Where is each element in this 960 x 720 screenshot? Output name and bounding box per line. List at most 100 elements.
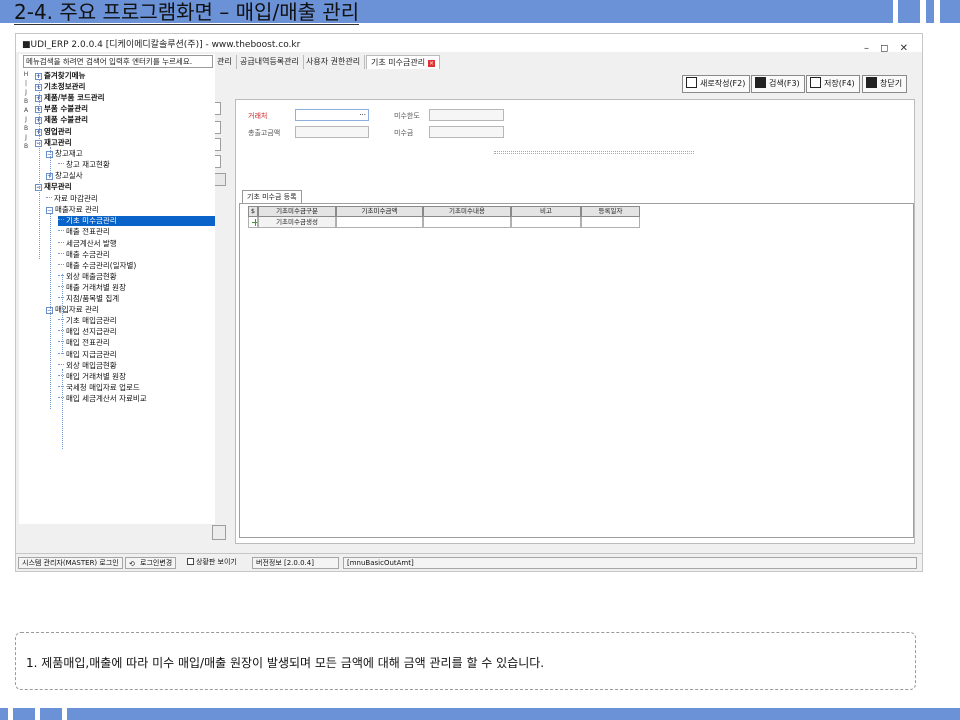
tree-item[interactable]: 매입 지급금관리 bbox=[58, 350, 117, 360]
search-button[interactable]: 검색(F3) bbox=[751, 75, 805, 93]
tree-item[interactable]: 매출 수금관리(일자별) bbox=[58, 261, 136, 271]
total-out-field[interactable] bbox=[295, 126, 369, 138]
tree-item-label: 매입 거래처별 원장 bbox=[66, 371, 126, 381]
tree-connector bbox=[58, 241, 64, 243]
tree-item[interactable]: + 제품 수불관리 bbox=[35, 115, 88, 125]
tree-item[interactable]: 매입 거래처별 원장 bbox=[58, 372, 126, 382]
tree-item-label: 지점/품목별 집계 bbox=[66, 294, 120, 303]
exit-icon bbox=[866, 77, 877, 88]
customer-field[interactable]: ··· bbox=[295, 109, 369, 121]
column-header[interactable]: 등록일자 bbox=[581, 206, 640, 217]
tree-connector bbox=[58, 385, 64, 387]
tree-item-label: 외상 매입금현황 bbox=[66, 360, 117, 370]
tree-guide-line bbox=[50, 214, 51, 409]
tree-item-label: 매입 선지급관리 bbox=[66, 327, 117, 337]
tree-item-label: 세금계산서 발행 bbox=[66, 238, 117, 248]
tree-item[interactable]: 기초 미수금관리 bbox=[58, 216, 215, 227]
tree-item-label: 창고실사 bbox=[55, 170, 83, 180]
tree-item[interactable]: − 매입자료 관리 bbox=[46, 305, 99, 315]
tree-guide-line bbox=[62, 369, 63, 449]
tree-connector bbox=[58, 319, 64, 321]
tree-item[interactable]: + 기초정보관리 bbox=[35, 82, 85, 92]
tree-connector bbox=[46, 197, 52, 199]
close-icon[interactable]: × bbox=[428, 60, 436, 67]
tree-side-tab[interactable]: J bbox=[19, 88, 33, 97]
tree-side-tab[interactable]: H bbox=[19, 70, 33, 79]
tree-item[interactable]: 매입 세금계산서 자료비교 bbox=[58, 394, 147, 404]
table-cell[interactable] bbox=[511, 217, 581, 228]
table-cell[interactable] bbox=[336, 217, 423, 228]
tree-side-tab[interactable]: | bbox=[19, 79, 33, 88]
tree-connector bbox=[58, 219, 64, 221]
table-cell[interactable] bbox=[423, 217, 511, 228]
column-header[interactable]: 기초미수내용 bbox=[423, 206, 511, 217]
tree-side-tab[interactable]: J bbox=[19, 133, 33, 142]
column-header[interactable]: $ bbox=[248, 206, 258, 217]
tree-item[interactable]: 매입 선지급관리 bbox=[58, 327, 117, 337]
row-add-cell[interactable] bbox=[248, 217, 258, 228]
dashboard-toggle[interactable]: 상황판 보이기 bbox=[184, 557, 240, 569]
column-header[interactable]: 기초미수금구분 bbox=[258, 206, 336, 217]
tab-supply-history[interactable]: 공급내역등록관리 bbox=[236, 55, 304, 69]
splitter-grip[interactable] bbox=[494, 151, 694, 154]
grid-tab[interactable]: 기초 미수금 등록 bbox=[242, 190, 302, 203]
slide-footer-bar bbox=[0, 708, 960, 720]
save-button[interactable]: 저장(F4) bbox=[806, 75, 860, 93]
tree-item[interactable]: + 부품 수불관리 bbox=[35, 104, 88, 114]
menu-tree-panel: 메뉴검색을 하려면 검색어 입력후 엔터키를 누르세요. H | J B A J B J B +… bbox=[19, 54, 215, 524]
tree-item[interactable]: + 영업관리 bbox=[35, 127, 72, 137]
tree-item[interactable]: + 제품/부품 코드관리 bbox=[35, 93, 105, 103]
relogin-button[interactable]: ⟲ 로그인변경 bbox=[125, 557, 177, 569]
limit-label: 미수한도 bbox=[394, 112, 420, 120]
description-box: 1. 제품매입,매출에 따라 미수 매입/매출 원장이 발생되며 모든 금액에 … bbox=[15, 632, 916, 690]
tree-item[interactable]: 매출 수금관리 bbox=[58, 250, 110, 260]
tree-item[interactable]: 세금계산서 발행 bbox=[58, 239, 117, 249]
tree-item[interactable]: + 즐겨찾기메뉴 bbox=[35, 71, 85, 81]
table-cell[interactable]: 기초미수금생성 bbox=[258, 217, 336, 228]
tree-item[interactable]: 매출 거래처별 원장 bbox=[58, 283, 126, 293]
close-window-button[interactable]: 창닫기 bbox=[862, 75, 908, 93]
customer-lookup-button[interactable]: ··· bbox=[359, 110, 366, 120]
tree-item[interactable]: 지점/품목별 집계 bbox=[58, 294, 119, 304]
checkbox-icon[interactable] bbox=[187, 558, 194, 565]
tree-item[interactable]: 자료 마감관리 bbox=[46, 194, 98, 204]
menu-search-input[interactable]: 메뉴검색을 하려면 검색어 입력후 엔터키를 누르세요. bbox=[23, 55, 213, 68]
tree-side-tab[interactable]: J bbox=[19, 115, 33, 124]
tab-user-permissions[interactable]: 사용자 권한관리 bbox=[302, 55, 366, 69]
tree-item[interactable]: 매입 전표관리 bbox=[58, 338, 110, 348]
new-button[interactable]: 새로작성(F2) bbox=[682, 75, 751, 93]
tree-item[interactable]: 기초 매입금관리 bbox=[58, 316, 117, 326]
status-version: 버전정보 [2.0.0.4] bbox=[252, 557, 339, 569]
save-button-label: 저장(F4) bbox=[824, 79, 855, 88]
tree-item-label: 창고재고 bbox=[55, 148, 83, 158]
search-button-label: 검색(F3) bbox=[769, 79, 800, 88]
tab-basic-receivables[interactable]: 기초 미수금관리 × bbox=[366, 55, 441, 69]
column-header[interactable]: 비고 bbox=[511, 206, 581, 217]
tree-item[interactable]: 창고 재고현황 bbox=[58, 160, 110, 170]
tree-item-label: 매출 수금관리 bbox=[66, 249, 110, 259]
tree-item[interactable]: − 매출자료 관리 bbox=[46, 205, 99, 215]
limit-field[interactable] bbox=[429, 109, 504, 121]
tree-item[interactable]: − 재무관리 bbox=[35, 182, 72, 192]
column-header[interactable]: 기초미수금액 bbox=[336, 206, 423, 217]
header-bar-block bbox=[898, 0, 920, 23]
tree-side-tab[interactable]: B bbox=[19, 124, 33, 133]
receivable-field[interactable] bbox=[429, 126, 504, 138]
tree-item-label: 기초 미수금관리 bbox=[66, 216, 117, 226]
tree-connector bbox=[58, 374, 64, 376]
tab-management[interactable]: 관리 bbox=[213, 55, 237, 69]
tree-item[interactable]: 국세청 매입자료 업로드 bbox=[58, 383, 140, 393]
tree-item[interactable]: 외상 매출금현황 bbox=[58, 272, 117, 282]
tree-side-tab[interactable]: A bbox=[19, 106, 33, 115]
tree-item[interactable]: 외상 매입금현황 bbox=[58, 361, 117, 371]
tree-item[interactable]: − 재고관리 bbox=[35, 138, 72, 148]
tree-item-label: 즐겨찾기메뉴 bbox=[44, 71, 86, 80]
table-cell[interactable] bbox=[581, 217, 640, 228]
tree-side-tab[interactable]: B bbox=[19, 142, 33, 151]
tab-label: 기초 미수금관리 bbox=[371, 58, 426, 67]
tree-item[interactable]: − 창고재고 bbox=[46, 149, 83, 159]
tree-item[interactable]: + 창고실사 bbox=[46, 171, 83, 181]
tree-item[interactable]: 매출 전표관리 bbox=[58, 227, 110, 237]
tree-connector bbox=[58, 274, 64, 276]
tree-side-tab[interactable]: B bbox=[19, 97, 33, 106]
